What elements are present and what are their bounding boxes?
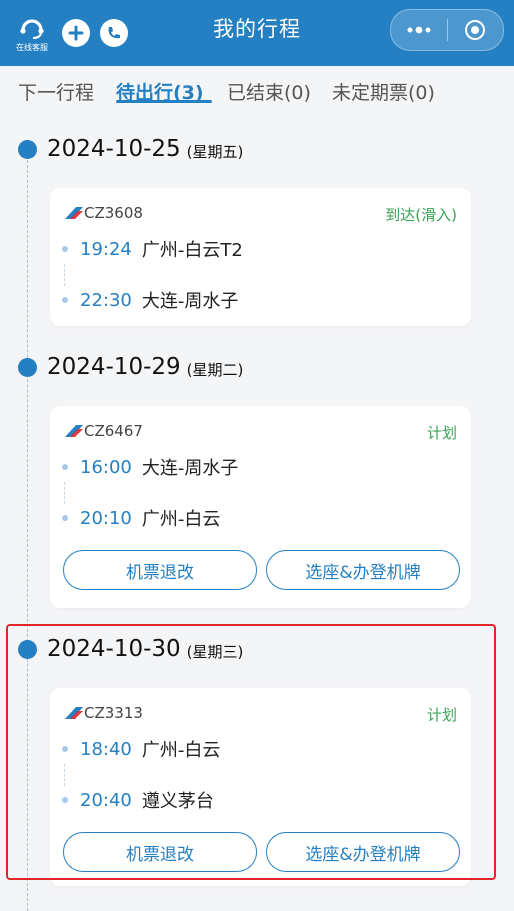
departure: 16:00 大连-周水子 — [62, 454, 238, 480]
app-header: 在线客服 我的行程 — [0, 0, 514, 66]
departure-airport: 大连-周水子 — [141, 458, 239, 479]
arrival-airport: 大连-周水子 — [141, 291, 239, 312]
more-dots-icon — [407, 26, 431, 34]
trip-weekday: (星期二) — [186, 360, 244, 379]
arrival-time: 20:10 — [80, 507, 132, 529]
add-button[interactable] — [62, 19, 90, 47]
flight-card[interactable]: CZ3608 到达(滑入) 19:24 广州-白云T2 22:30 大连-周水子 — [50, 188, 471, 326]
trip-weekday: (星期五) — [186, 142, 244, 161]
tab-next-trip[interactable]: 下一行程 — [18, 78, 94, 105]
phone-button[interactable] — [100, 19, 128, 47]
trip-date: 2024-10-29 — [47, 354, 181, 380]
arrival-dot — [62, 515, 68, 521]
flight-number: CZ6467 — [64, 422, 143, 440]
trip-date-row: 2024-10-29 (星期二) — [18, 352, 243, 382]
departure: 19:24 广州-白云T2 — [62, 236, 243, 262]
departure-time: 19:24 — [80, 238, 132, 260]
route-connector — [64, 264, 65, 286]
customer-service-button[interactable]: 在线客服 — [12, 10, 52, 56]
flight-status: 到达(滑入) — [385, 206, 457, 224]
active-tab-underline — [116, 100, 212, 103]
more-button[interactable] — [391, 10, 447, 50]
header-left-actions: 在线客服 — [12, 10, 128, 56]
airline-logo-icon — [65, 207, 83, 219]
flight-status: 计划 — [426, 424, 457, 442]
trip-date: 2024-10-25 — [47, 136, 181, 162]
mini-program-capsule — [390, 9, 504, 51]
target-circle-icon — [465, 20, 486, 40]
trip-tabs: 下一行程 待出行(3) 已结束(0) 未定期票(0) — [0, 66, 514, 118]
trip-date-row: 2024-10-25 (星期五) — [18, 134, 243, 164]
flight-card[interactable]: CZ6467 计划 16:00 大连-周水子 20:10 广州-白云 机票退改 … — [50, 406, 471, 608]
departure-time: 16:00 — [80, 456, 132, 478]
departure-dot — [62, 464, 68, 470]
route-connector — [64, 482, 65, 504]
airline-logo-icon — [65, 425, 83, 437]
seat-checkin-button[interactable]: 选座&办登机牌 — [266, 550, 460, 590]
arrival-dot — [62, 297, 68, 303]
refund-change-button[interactable]: 机票退改 — [63, 550, 257, 590]
arrival: 22:30 大连-周水子 — [62, 287, 238, 313]
phone-icon — [108, 27, 120, 39]
flight-number: CZ3608 — [64, 204, 143, 222]
arrival: 20:10 广州-白云 — [62, 505, 220, 531]
timeline-dot — [18, 357, 37, 377]
arrival-airport: 广州-白云 — [141, 509, 221, 530]
flight-number-text: CZ3608 — [84, 204, 143, 222]
plus-icon — [68, 25, 84, 41]
departure-dot — [62, 246, 68, 252]
customer-service-label: 在线客服 — [16, 43, 48, 52]
timeline-dot — [18, 139, 37, 159]
arrival-time: 22:30 — [80, 289, 132, 311]
close-mini-program-button[interactable] — [448, 10, 504, 50]
tab-finished[interactable]: 已结束(0) — [227, 78, 311, 105]
tab-open-tickets[interactable]: 未定期票(0) — [332, 78, 435, 105]
departure-airport: 广州-白云T2 — [141, 240, 243, 261]
highlight-box — [6, 624, 496, 880]
headset-icon — [20, 19, 44, 39]
flight-number-text: CZ6467 — [84, 422, 143, 440]
